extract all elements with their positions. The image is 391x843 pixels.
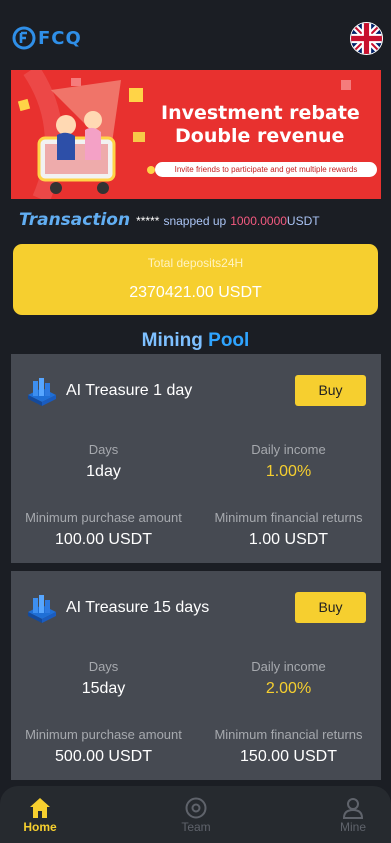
min-return-value: 150.00 USDT xyxy=(240,748,337,765)
daily-income-value: 2.00% xyxy=(265,680,312,697)
daily-income-label: Daily income xyxy=(251,659,326,674)
mining-rig-icon xyxy=(28,378,56,406)
product-card: AI Treasure 15 days Buy Days 15day Daily… xyxy=(11,571,381,780)
banner-headline-2: Double revenue xyxy=(175,125,345,147)
tab-label: Home xyxy=(23,820,57,834)
min-return-stat: Minimum financial returns 1.00 USDT xyxy=(196,510,381,549)
daily-income-stat: Daily income 2.00% xyxy=(196,659,381,698)
transaction-user: ***** xyxy=(136,214,160,228)
days-value: 15day xyxy=(81,680,126,697)
daily-income-value: 1.00% xyxy=(265,463,312,480)
transaction-amount: 1000.0000 xyxy=(230,214,287,228)
days-label: Days xyxy=(88,442,119,457)
min-purchase-label: Minimum purchase amount xyxy=(25,727,182,742)
days-value: 1day xyxy=(86,463,121,480)
buy-button[interactable]: Buy xyxy=(295,375,366,406)
days-stat: Days 15day xyxy=(11,659,196,698)
min-purchase-label: Minimum purchase amount xyxy=(25,510,182,525)
mining-rig-icon xyxy=(28,595,56,623)
logo-text: FCQ xyxy=(38,27,82,49)
min-return-label: Minimum financial returns xyxy=(214,510,363,525)
user-icon xyxy=(313,796,391,820)
total-deposits-value: 2370421.00 USDT xyxy=(129,284,262,301)
total-deposits-panel: Total deposits24H 2370421.00 USDT xyxy=(13,244,378,315)
team-icon xyxy=(156,796,236,820)
transaction-title: Transaction xyxy=(19,210,131,230)
product-name: AI Treasure 15 days xyxy=(66,599,210,616)
transaction-ticker: Transaction ***** snapped up 1000.0000 U… xyxy=(19,210,320,232)
home-icon xyxy=(0,796,80,820)
days-label: Days xyxy=(88,659,119,674)
app-header: FCQ xyxy=(0,0,391,70)
section-title: Mining Pool xyxy=(0,330,391,352)
min-purchase-value: 500.00 USDT xyxy=(55,748,152,765)
days-stat: Days 1day xyxy=(11,442,196,481)
min-return-value: 1.00 USDT xyxy=(248,531,329,548)
promo-banner[interactable]: Investment rebate Double revenue Invite … xyxy=(11,70,381,199)
buy-button[interactable]: Buy xyxy=(295,592,366,623)
banner-headline-1: Investment rebate xyxy=(161,102,360,124)
min-return-stat: Minimum financial returns 150.00 USDT xyxy=(196,727,381,766)
tab-label: Team xyxy=(181,820,211,834)
logo-mark-icon xyxy=(12,26,36,50)
tab-team[interactable]: Team xyxy=(156,796,236,834)
tab-label: Mine xyxy=(339,820,366,834)
bottom-tab-bar: Home Team Mine xyxy=(0,786,391,843)
min-purchase-stat: Minimum purchase amount 100.00 USDT xyxy=(11,510,196,549)
tab-home[interactable]: Home xyxy=(0,796,80,834)
tab-mine[interactable]: Mine xyxy=(313,796,391,834)
daily-income-label: Daily income xyxy=(251,442,326,457)
banner-subline: Invite friends to participate and get mu… xyxy=(155,162,377,177)
section-title-part1: Mining xyxy=(141,330,203,351)
product-name: AI Treasure 1 day xyxy=(66,382,193,399)
daily-income-stat: Daily income 1.00% xyxy=(196,442,381,481)
transaction-unit: USDT xyxy=(286,214,320,228)
uk-flag-icon[interactable] xyxy=(350,22,383,55)
transaction-action: snapped up xyxy=(163,214,227,228)
total-deposits-label: Total deposits24H xyxy=(147,256,244,270)
product-card: AI Treasure 1 day Buy Days 1day Daily in… xyxy=(11,354,381,563)
section-title-part2: Pool xyxy=(208,330,250,351)
app-logo: FCQ xyxy=(12,26,82,50)
min-purchase-stat: Minimum purchase amount 500.00 USDT xyxy=(11,727,196,766)
min-return-label: Minimum financial returns xyxy=(214,727,363,742)
min-purchase-value: 100.00 USDT xyxy=(55,531,152,548)
